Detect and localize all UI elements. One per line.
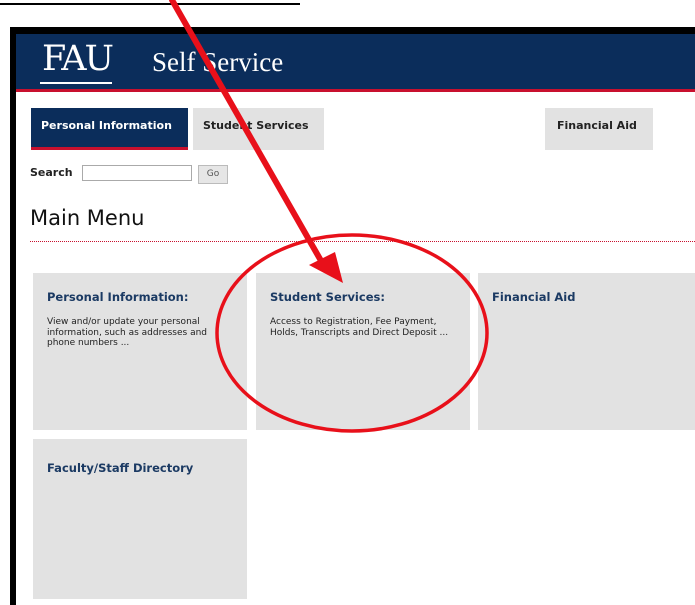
logo-underline [40, 82, 112, 84]
title-divider [30, 241, 695, 242]
tab-personal-information[interactable]: Personal Information [31, 108, 188, 150]
screenshot-frame: FAU Self Service Personal Information St… [10, 27, 695, 605]
app-title: Self Service [152, 47, 284, 77]
card-title[interactable]: Faculty/Staff Directory [47, 461, 233, 475]
card-description: View and/or update your personal informa… [47, 317, 208, 348]
search-input[interactable] [82, 165, 192, 181]
tab-student-services[interactable]: Student Services [193, 108, 324, 150]
menu-card-financial-aid[interactable]: Financial Aid [478, 273, 695, 430]
card-description: Access to Registration, Fee Payment, Hol… [270, 317, 449, 338]
top-black-rule [0, 3, 300, 5]
fau-logo[interactable]: FAU [42, 39, 114, 79]
card-title[interactable]: Financial Aid [492, 290, 681, 304]
go-button[interactable]: Go [198, 165, 228, 184]
page-header: FAU Self Service [16, 34, 695, 92]
tab-financial-aid[interactable]: Financial Aid [545, 108, 653, 150]
menu-card-student-services[interactable]: Student Services: Access to Registration… [256, 273, 470, 430]
page-title: Main Menu [30, 206, 145, 230]
search-label: Search [30, 166, 73, 179]
menu-card-personal-information[interactable]: Personal Information: View and/or update… [33, 273, 247, 430]
card-title[interactable]: Student Services: [270, 290, 456, 304]
card-title[interactable]: Personal Information: [47, 290, 233, 304]
menu-card-faculty-staff-directory[interactable]: Faculty/Staff Directory [33, 439, 247, 599]
self-service-page: FAU Self Service Personal Information St… [16, 34, 695, 605]
